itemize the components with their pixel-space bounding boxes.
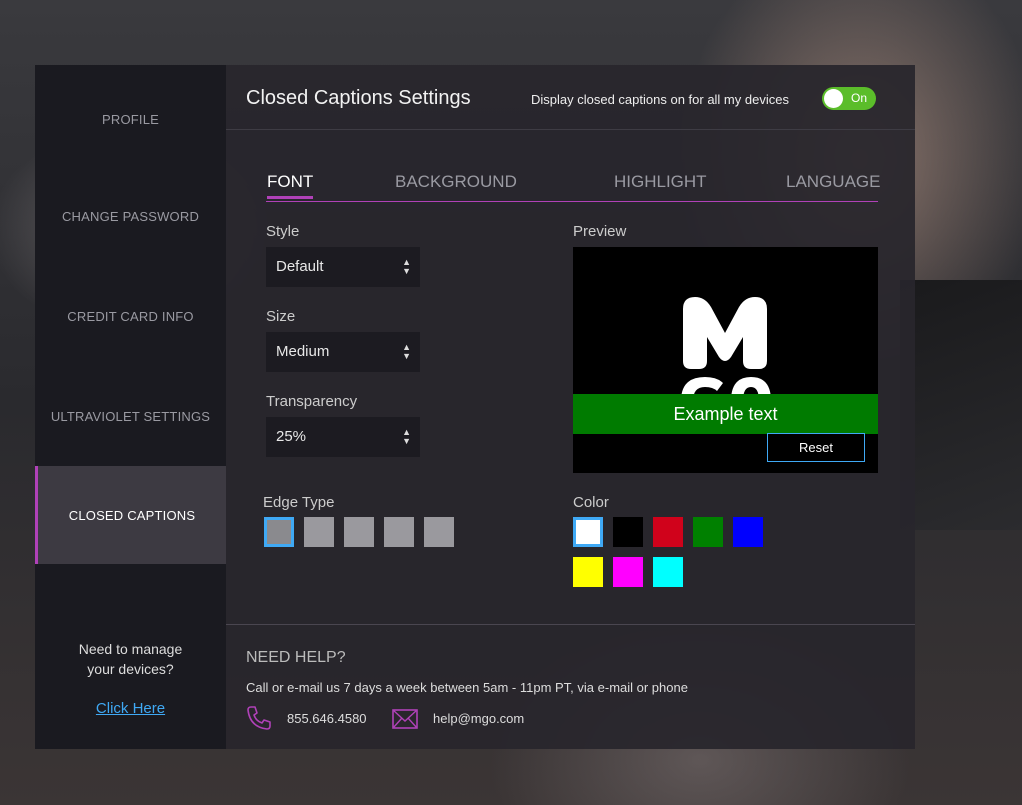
color-label: Color xyxy=(573,494,609,511)
style-value: Default xyxy=(276,258,324,275)
size-label: Size xyxy=(266,308,296,325)
tab-highlight[interactable]: HIGHLIGHT xyxy=(614,172,707,192)
size-select[interactable]: Medium ▲ ▼ xyxy=(266,332,420,372)
click-here-link[interactable]: Click Here xyxy=(96,699,165,719)
transparency-label: Transparency xyxy=(266,393,358,410)
tab-background[interactable]: BACKGROUND xyxy=(395,172,517,192)
example-caption-text: Example text xyxy=(573,394,878,434)
help-phone[interactable]: 855.646.4580 xyxy=(287,711,367,726)
color-swatch-yellow[interactable] xyxy=(573,557,603,587)
mail-icon xyxy=(392,709,418,729)
transparency-select[interactable]: 25% ▲ ▼ xyxy=(266,417,420,457)
style-label: Style xyxy=(266,223,300,240)
sidebar-item-change-password[interactable]: CHANGE PASSWORD xyxy=(35,167,226,265)
help-footer: NEED HELP? Call or e-mail us 7 days a we… xyxy=(226,624,915,750)
transparency-value: 25% xyxy=(276,428,307,445)
page-title: Closed Captions Settings xyxy=(246,87,471,109)
captions-toggle[interactable]: On xyxy=(822,87,876,110)
edge-type-swatch[interactable] xyxy=(384,517,414,547)
color-swatch-green[interactable] xyxy=(693,517,723,547)
toggle-state-text: On xyxy=(851,91,868,105)
edge-type-swatch[interactable] xyxy=(344,517,374,547)
color-swatch-blue[interactable] xyxy=(733,517,763,547)
background-shade xyxy=(900,280,1022,530)
style-select[interactable]: Default ▲ ▼ xyxy=(266,247,420,287)
select-arrows-icon: ▲ ▼ xyxy=(402,257,411,276)
tab-font[interactable]: FONT xyxy=(267,172,314,199)
reset-button[interactable]: Reset xyxy=(767,433,865,462)
sidebar-item-profile[interactable]: PROFILE xyxy=(35,70,226,168)
select-arrows-icon: ▲ ▼ xyxy=(402,342,411,361)
edge-type-label: Edge Type xyxy=(263,494,335,511)
caption-tabs: FONT BACKGROUND HIGHLIGHT LANGUAGE xyxy=(266,169,880,202)
edge-type-swatch[interactable] xyxy=(424,517,454,547)
preview-label: Preview xyxy=(573,223,627,240)
sidebar-item-closed-captions[interactable]: CLOSED CAPTIONS xyxy=(35,466,226,564)
help-description: Call or e-mail us 7 days a week between … xyxy=(246,680,688,695)
edge-type-swatch[interactable] xyxy=(264,517,294,547)
toggle-knob xyxy=(824,89,843,108)
manage-devices-help: Need to manage your devices? Click Here xyxy=(35,639,226,719)
select-arrows-icon: ▲ ▼ xyxy=(402,427,411,446)
sidebar: PROFILE CHANGE PASSWORD CREDIT CARD INFO… xyxy=(35,65,226,749)
color-swatch-magenta[interactable] xyxy=(613,557,643,587)
phone-icon xyxy=(247,706,271,730)
manage-devices-line2: your devices? xyxy=(87,661,174,677)
color-swatch-white[interactable] xyxy=(573,517,603,547)
settings-panel: PROFILE CHANGE PASSWORD CREDIT CARD INFO… xyxy=(35,65,915,749)
sidebar-item-ultraviolet-settings[interactable]: ULTRAVIOLET SETTINGS xyxy=(35,367,226,465)
manage-devices-line1: Need to manage xyxy=(78,641,183,657)
mgo-logo-icon xyxy=(681,297,771,401)
captions-toggle-label: Display closed captions on for all my de… xyxy=(531,92,789,107)
sidebar-item-credit-card-info[interactable]: CREDIT CARD INFO xyxy=(35,267,226,365)
help-email[interactable]: help@mgo.com xyxy=(433,711,524,726)
size-value: Medium xyxy=(276,343,330,360)
color-swatch-black[interactable] xyxy=(613,517,643,547)
main-content: Closed Captions Settings Display closed … xyxy=(226,65,915,749)
edge-type-swatch[interactable] xyxy=(304,517,334,547)
color-swatch-cyan[interactable] xyxy=(653,557,683,587)
need-help-heading: NEED HELP? xyxy=(246,649,346,666)
tab-language[interactable]: LANGUAGE xyxy=(786,172,880,192)
header: Closed Captions Settings Display closed … xyxy=(226,65,915,130)
color-swatch-red[interactable] xyxy=(653,517,683,547)
caption-preview: Example text Reset xyxy=(573,247,878,473)
